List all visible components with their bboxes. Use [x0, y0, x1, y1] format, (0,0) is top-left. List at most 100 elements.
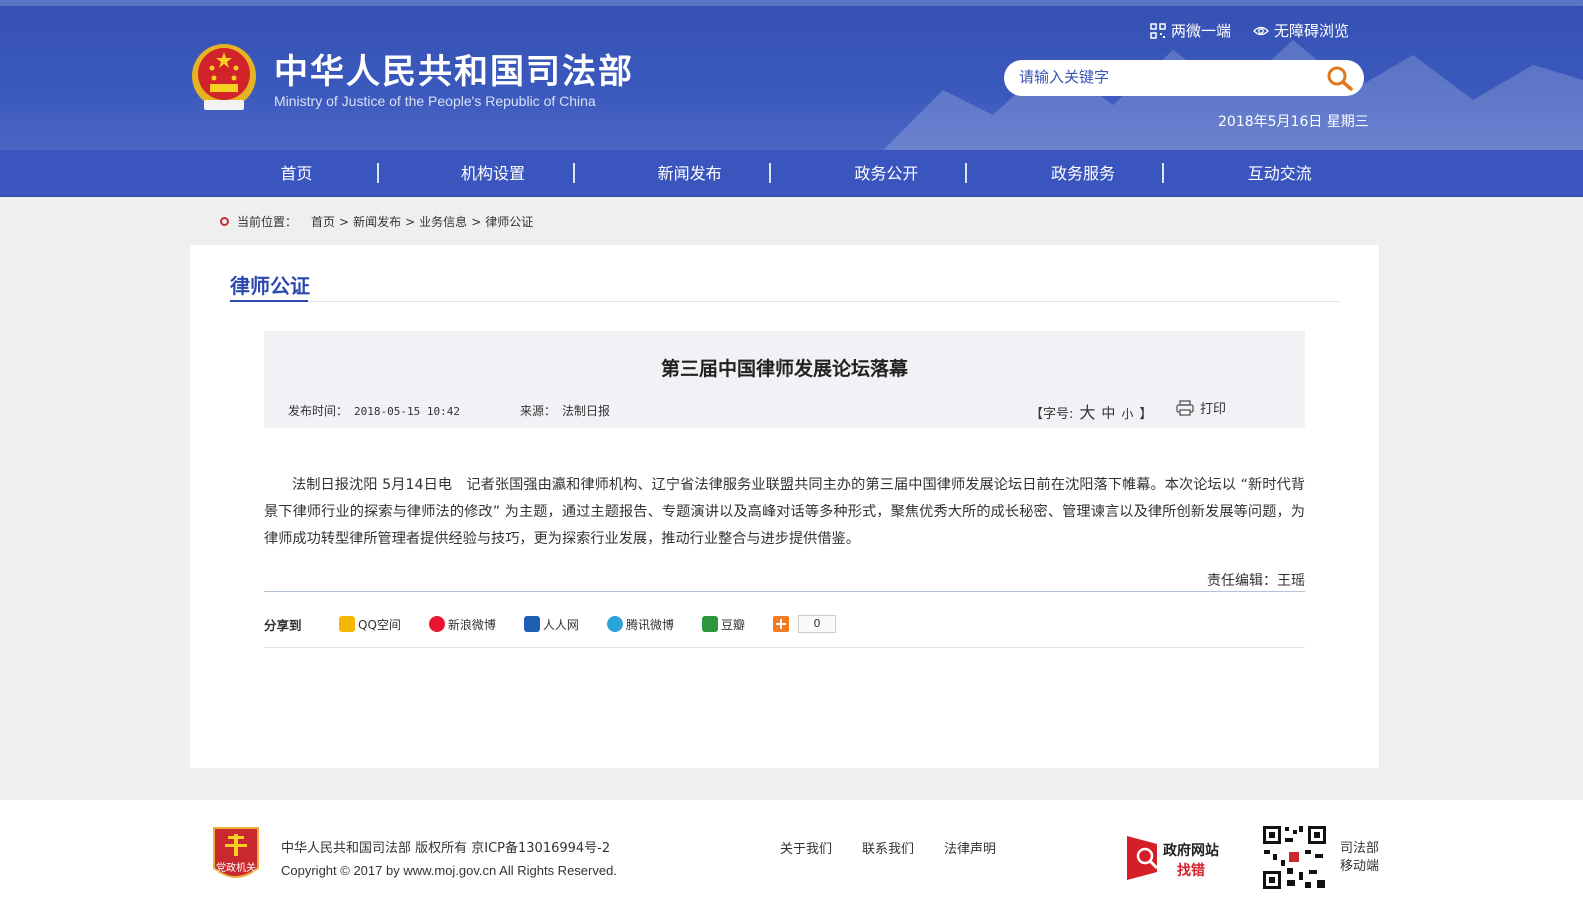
- search-box: [1004, 60, 1364, 96]
- nav-separator: [769, 163, 771, 183]
- font-size-small[interactable]: 小: [1121, 405, 1133, 422]
- weibo-icon: [428, 616, 445, 632]
- share-count: 0: [797, 615, 836, 633]
- font-size-large[interactable]: 大: [1079, 399, 1095, 423]
- share-renren-label: 人人网: [542, 617, 579, 632]
- share-renren[interactable]: 人人网: [523, 616, 579, 633]
- link-weibo-weixin-app[interactable]: 两微一端: [1150, 20, 1231, 41]
- current-date: 2018年5月16日 星期三: [1218, 114, 1369, 130]
- site-title: 中华人民共和国司法部: [274, 52, 634, 92]
- breadcrumb-prefix: 当前位置：: [237, 215, 298, 229]
- breadcrumb-separator: >: [405, 214, 416, 229]
- copyright: 中华人民共和国司法部 版权所有 京ICP备13016994号-2 Copyrig…: [281, 838, 617, 882]
- breadcrumb-home[interactable]: 首页: [311, 213, 335, 230]
- qr-grid-icon: [1150, 22, 1166, 39]
- share-douban-label: 豆瓣: [720, 617, 745, 632]
- font-size-open: 【字号:: [1030, 407, 1074, 422]
- breadcrumb-news[interactable]: 新闻发布: [353, 213, 401, 230]
- content-panel: 律师公证 第三届中国律师发展论坛落幕 发布时间： 2018-05-15 10:42…: [190, 245, 1379, 768]
- section-underline: [230, 300, 308, 302]
- party-gov-emblem-icon: [213, 827, 259, 878]
- breadcrumb-business-info[interactable]: 业务信息: [419, 213, 467, 230]
- renren-icon: [523, 616, 540, 632]
- eye-icon: [1253, 26, 1269, 35]
- qzone-icon: [339, 616, 355, 632]
- share-label: 分享到: [264, 617, 302, 633]
- publish-label: 发布时间：: [288, 404, 349, 418]
- share-weibo-label: 新浪微博: [447, 617, 496, 632]
- footer-links: 关于我们 联系我们 法律声明: [780, 838, 996, 857]
- nav-item-interaction[interactable]: 互动交流: [1181, 150, 1378, 197]
- font-size-close: 】: [1139, 407, 1153, 422]
- share-tencent-label: 腾讯微博: [625, 617, 674, 632]
- share-sina-weibo[interactable]: 新浪微博: [428, 616, 496, 633]
- editor-rule: [264, 591, 1305, 592]
- share-tencent-weibo[interactable]: 腾讯微博: [606, 616, 674, 633]
- nav-item-home[interactable]: 首页: [198, 150, 395, 197]
- footer-link-legal[interactable]: 法律声明: [944, 838, 996, 857]
- nav-items: 首页 机构设置 新闻发布 政务公开 政务服务 互动交流: [198, 150, 1378, 197]
- footer-link-contact[interactable]: 联系我们: [862, 838, 914, 857]
- nav-separator: [377, 163, 379, 183]
- tencent-weibo-icon: [606, 616, 623, 632]
- share-douban[interactable]: 豆瓣: [701, 616, 745, 633]
- search-icon[interactable]: [1326, 65, 1354, 91]
- share-qzone[interactable]: QQ空间: [339, 616, 401, 633]
- font-size-medium[interactable]: 中: [1101, 403, 1115, 423]
- copyright-line-1: 中华人民共和国司法部 版权所有 京ICP备13016994号-2: [281, 841, 611, 856]
- printer-icon: [1176, 399, 1194, 416]
- header-top-line: [0, 0, 1583, 6]
- share-qzone-label: QQ空间: [358, 617, 401, 632]
- site-footer: 党政机关 中华人民共和国司法部 版权所有 京ICP备13016994号-2 Co…: [0, 800, 1583, 924]
- publish-time-value: 2018-05-15 10:42: [354, 405, 460, 418]
- source-label: 来源：: [520, 404, 557, 418]
- article-header: 第三届中国律师发展论坛落幕 发布时间： 2018-05-15 10:42 来源： 法…: [264, 331, 1305, 428]
- share-rule: [264, 647, 1305, 648]
- search-input[interactable]: [1019, 68, 1309, 86]
- party-gov-logo-text: 党政机关: [216, 863, 256, 874]
- link-label: 无障碍浏览: [1274, 22, 1350, 40]
- print-label: 打印: [1200, 402, 1227, 417]
- article-title: 第三届中国律师发展论坛落幕: [660, 358, 908, 380]
- site-subtitle: Ministry of Justice of the People's Repu…: [274, 93, 596, 109]
- nav-item-gov-services[interactable]: 政务服务: [985, 150, 1182, 197]
- breadcrumb-separator: >: [339, 214, 350, 229]
- article-source: 来源： 法制日报: [520, 402, 610, 419]
- gov-website-error-report[interactable]: 政府网站 找错: [1127, 836, 1225, 880]
- mobile-line-2: 移动端: [1340, 859, 1380, 874]
- location-dot-icon: [220, 217, 229, 226]
- print-button[interactable]: 打印: [1176, 398, 1226, 417]
- mobile-version[interactable]: 司法部 移动端: [1340, 840, 1379, 876]
- party-gov-logo[interactable]: 党政机关: [210, 824, 262, 884]
- source-value: 法制日报: [562, 404, 611, 418]
- breadcrumb-lawyer-notary[interactable]: 律师公证: [485, 213, 533, 230]
- publish-time: 发布时间： 2018-05-15 10:42: [288, 402, 460, 419]
- gov-line-2: 找错: [1177, 863, 1205, 879]
- nav-separator: [573, 163, 575, 183]
- nav-item-gov-affairs[interactable]: 政务公开: [788, 150, 985, 197]
- top-links: 两微一端 无障碍浏览: [1150, 20, 1370, 41]
- national-emblem-icon: [192, 44, 256, 110]
- link-label: 两微一端: [1171, 22, 1232, 40]
- nav-item-organization[interactable]: 机构设置: [395, 150, 592, 197]
- section-rule: [230, 301, 1340, 302]
- nav-item-news[interactable]: 新闻发布: [591, 150, 788, 197]
- nav-separator: [1162, 163, 1164, 183]
- main-nav: 首页 机构设置 新闻发布 政务公开 政务服务 互动交流: [0, 150, 1583, 197]
- share-bar: 分享到 QQ空间 新浪微博 人人网 腾讯微博 豆瓣 0: [264, 612, 1305, 636]
- responsible-editor: 责任编辑：王瑶: [1207, 573, 1305, 589]
- gov-line-1: 政府网站: [1163, 843, 1219, 859]
- footer-link-about[interactable]: 关于我们: [780, 838, 832, 857]
- mobile-line-1: 司法部: [1340, 841, 1380, 856]
- nav-separator: [965, 163, 967, 183]
- link-accessibility[interactable]: 无障碍浏览: [1253, 20, 1349, 41]
- article-body: 法制日报沈阳 5月14日电 记者张国强由瀛和律师机构、辽宁省法律服务业联盟共同主…: [264, 477, 1305, 547]
- error-report-icon: [1127, 836, 1159, 880]
- share-more[interactable]: 0: [772, 615, 836, 633]
- breadcrumb-separator: >: [471, 214, 482, 229]
- font-size-selector: 【字号: 大 中 小 】: [1030, 399, 1152, 423]
- breadcrumb: 当前位置： 首页 > 新闻发布 > 业务信息 > 律师公证: [220, 213, 533, 230]
- qr-code-icon: [1261, 824, 1328, 891]
- site-header: 中华人民共和国司法部 Ministry of Justice of the Pe…: [0, 0, 1583, 150]
- plus-icon: [772, 616, 789, 632]
